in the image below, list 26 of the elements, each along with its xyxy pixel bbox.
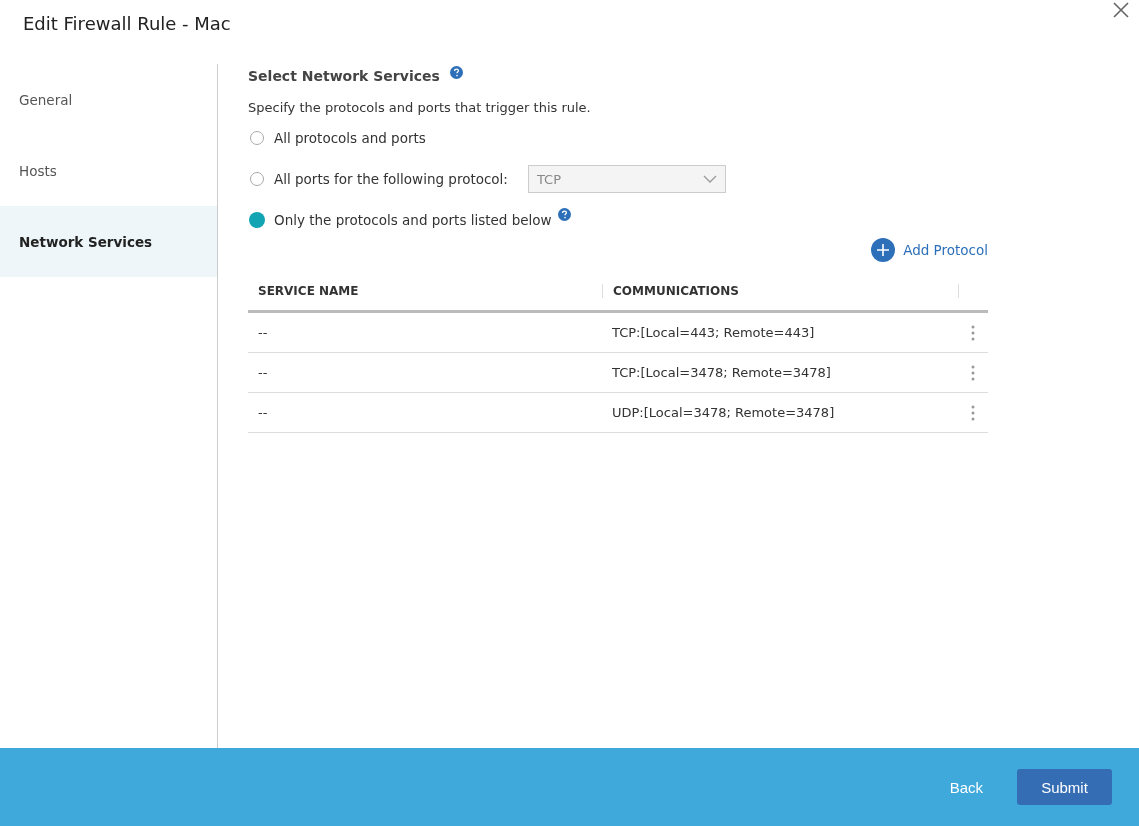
table-cell-text: TCP:[Local=443; Remote=443]	[611, 325, 816, 340]
section-title: Select Network Services	[248, 67, 440, 86]
table-cell-text: --	[257, 405, 269, 420]
sidebar-item[interactable]: Hosts	[0, 135, 217, 206]
add-protocol-button[interactable]: Add Protocol	[871, 238, 988, 262]
sidebar-item[interactable]: Network Services	[0, 206, 217, 277]
section-description: Specify the protocols and ports that trigger this rule.	[248, 100, 592, 115]
submit-button[interactable]: Submit	[1017, 769, 1112, 805]
help-icon[interactable]	[557, 208, 571, 221]
table-cell-text: TCP:[Local=3478; Remote=3478]	[611, 365, 832, 380]
column-header: SERVICE NAME	[257, 284, 360, 298]
sidebar-item[interactable]: General	[0, 64, 217, 135]
column-header: COMMUNICATIONS	[602, 284, 958, 298]
radio-button[interactable]	[249, 212, 265, 228]
help-icon[interactable]	[449, 66, 463, 79]
table-cell-text: --	[257, 325, 269, 340]
close-icon[interactable]	[1111, 0, 1131, 20]
table-cell-text: UDP:[Local=3478; Remote=3478]	[611, 405, 836, 420]
option-label: All protocols and ports	[274, 130, 426, 146]
plus-circle-icon	[871, 238, 896, 262]
option-label: Only the protocols and ports listed below	[274, 212, 552, 228]
chevron-down-icon	[702, 175, 717, 183]
dialog-title: Edit Firewall Rule - Mac	[23, 13, 231, 34]
option-label: All ports for the following protocol:	[274, 171, 508, 187]
table-cell-text: --	[257, 365, 269, 380]
radio-button[interactable]	[250, 131, 264, 145]
